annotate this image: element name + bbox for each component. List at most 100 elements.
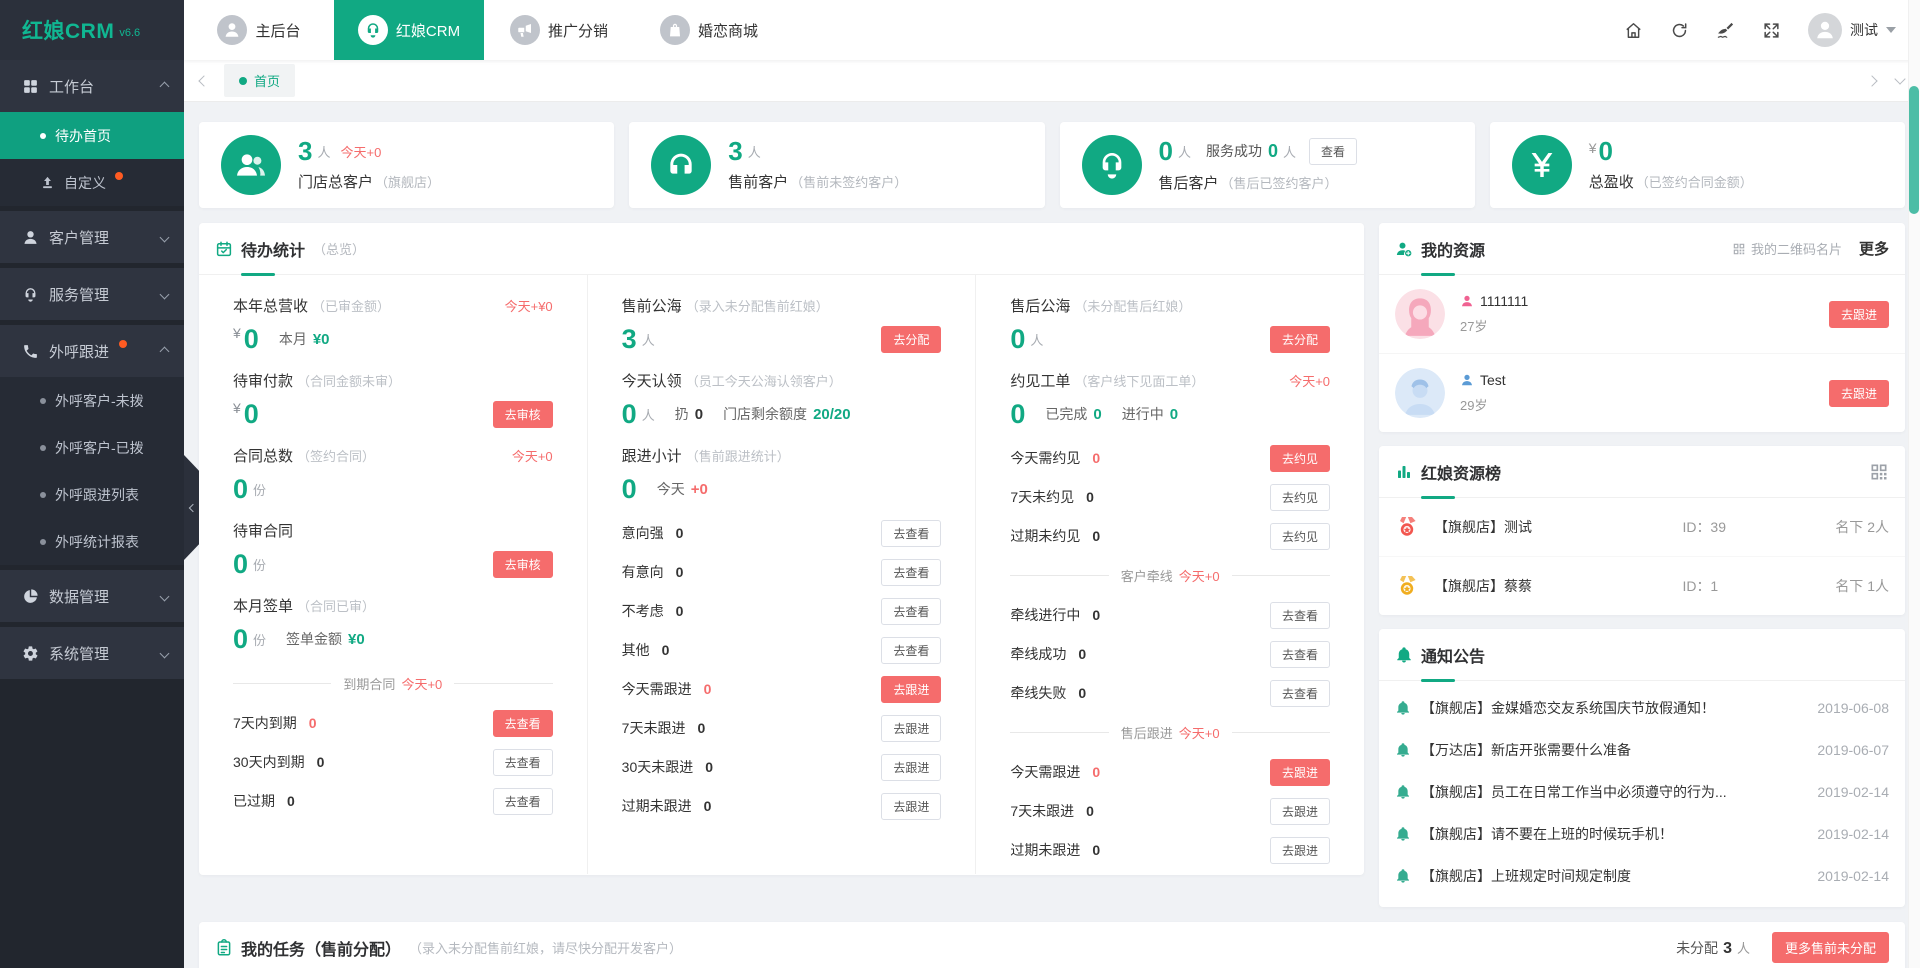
metric-value: 0 — [244, 326, 259, 353]
action-button[interactable]: 去跟进 — [881, 754, 941, 781]
active-tab-underline — [1421, 496, 1455, 499]
refresh-icon[interactable] — [1670, 21, 1689, 40]
stat-card-3: ¥0总盈收（已签约合同金额） — [1490, 122, 1905, 208]
metric-block: 本月签单（合同已审）0份签单金额¥0 — [233, 595, 553, 656]
my-qr-card-link[interactable]: 我的二维码名片 — [1732, 239, 1842, 258]
follow-up-button[interactable]: 去跟进 — [1829, 380, 1889, 407]
panel-title: 我的资源 — [1421, 237, 1485, 261]
action-button[interactable]: 去查看 — [493, 788, 553, 815]
rank-name: 【旗舰店】测试 — [1434, 517, 1682, 537]
row-value: 0 — [309, 715, 317, 731]
chevron-down-icon[interactable] — [1894, 73, 1905, 84]
chevron-down-icon — [160, 591, 170, 601]
action-button[interactable]: 去跟进 — [881, 676, 941, 703]
person-icon — [217, 15, 247, 45]
notice-item-1[interactable]: 【万达店】新店开张需要什么准备2019-06-07 — [1379, 729, 1905, 771]
todo-column-2: 售后公海（未分配售后红娘）0人去分配约见工单（客户线下见面工单）今天+00已完成… — [976, 275, 1364, 874]
action-button[interactable]: 去审核 — [493, 551, 553, 578]
action-button[interactable]: 去跟进 — [881, 793, 941, 820]
app-tab-2[interactable]: 推广分销 — [484, 0, 634, 60]
view-button[interactable]: 查看 — [1309, 138, 1357, 165]
app-tab-1[interactable]: 红娘CRM — [334, 0, 484, 60]
tag-home[interactable]: 首页 — [224, 64, 295, 97]
clean-cache-icon[interactable] — [1716, 21, 1735, 40]
action-button[interactable]: 去跟进 — [1270, 759, 1330, 786]
action-button[interactable]: 去跟进 — [881, 715, 941, 742]
stat-row: 7天未约见0去约见 — [1010, 484, 1330, 510]
sidebar-item-1[interactable]: 客户管理 — [0, 211, 184, 263]
qr-code-icon — [1732, 242, 1746, 256]
sidebar-subitem-0-1[interactable]: 自定义 — [0, 159, 184, 206]
sidebar-item-3[interactable]: 外呼跟进 — [0, 325, 184, 377]
action-button[interactable]: 去审核 — [493, 401, 553, 428]
panel-title: 红娘资源榜 — [1421, 460, 1501, 484]
sidebar-menu: 工作台待办首页自定义客户管理服务管理外呼跟进外呼客户-未拨外呼客户-已拨外呼跟进… — [0, 60, 184, 679]
action-button[interactable]: 去跟进 — [1270, 837, 1330, 864]
action-button[interactable]: 去查看 — [881, 637, 941, 664]
action-button[interactable]: 去查看 — [493, 749, 553, 776]
home-icon[interactable] — [1624, 21, 1643, 40]
sidebar-subitem-0-0[interactable]: 待办首页 — [0, 112, 184, 159]
metric-block: 约见工单（客户线下见面工单）今天+00已完成0进行中0 — [1010, 370, 1330, 431]
sidebar-subitem-3-3[interactable]: 外呼统计报表 — [0, 518, 184, 565]
metric-value: 0 — [1010, 326, 1025, 353]
sidebar-item-5[interactable]: 系统管理 — [0, 627, 184, 679]
sidebar-subitem-label: 外呼跟进列表 — [55, 485, 139, 505]
clipboard-icon — [215, 939, 233, 957]
stat-row: 过期未约见0去约见 — [1010, 523, 1330, 549]
action-button[interactable]: 去跟进 — [1270, 798, 1330, 825]
action-button[interactable]: 去查看 — [1270, 641, 1330, 668]
row-label: 牵线成功 — [1010, 644, 1066, 664]
stat-value: 3 — [728, 138, 742, 164]
more-link[interactable]: 更多 — [1859, 238, 1889, 259]
notice-item-4[interactable]: 【旗舰店】上班规定时间规定制度2019-02-14 — [1379, 855, 1905, 897]
service-icon — [1082, 135, 1142, 195]
sidebar-item-2[interactable]: 服务管理 — [0, 268, 184, 320]
sidebar-subitem-3-2[interactable]: 外呼跟进列表 — [0, 471, 184, 518]
sidebar-group: 外呼跟进外呼客户-未拨外呼客户-已拨外呼跟进列表外呼统计报表 — [0, 325, 184, 565]
follow-up-button[interactable]: 去跟进 — [1829, 301, 1889, 328]
grid-icon — [22, 78, 39, 95]
my-tasks-panel: 我的任务（售前分配） （录入未分配售前红娘，请尽快分配开发客户） 未分配 3 人… — [199, 922, 1905, 968]
row-value: 0 — [1086, 803, 1094, 819]
metric-value: 0 — [244, 401, 259, 428]
notice-item-2[interactable]: 【旗舰店】员工在日常工作当中必须遵守的行为...2019-02-14 — [1379, 771, 1905, 813]
action-button[interactable]: 去查看 — [1270, 680, 1330, 707]
sidebar-group: 客户管理 — [0, 211, 184, 263]
sidebar-subitem-3-0[interactable]: 外呼客户-未拨 — [0, 377, 184, 424]
my-resources-header: 我的资源 我的二维码名片 更多 — [1379, 223, 1905, 275]
scrollbar-track[interactable] — [1908, 0, 1920, 968]
qr-code-icon[interactable] — [1869, 462, 1889, 482]
scrollbar-thumb[interactable] — [1909, 86, 1919, 214]
chevron-right-icon[interactable] — [1866, 75, 1877, 86]
rank-list: 【旗舰店】测试ID：39名下 2人【旗舰店】蔡蔡ID：1名下 1人 — [1379, 498, 1905, 615]
notice-item-0[interactable]: 【旗舰店】金媒婚恋交友系统国庆节放假通知！2019-06-08 — [1379, 687, 1905, 729]
action-button[interactable]: 去约见 — [1270, 484, 1330, 511]
more-presale-unassigned-button[interactable]: 更多售前未分配 — [1772, 932, 1889, 963]
notice-title: 【旗舰店】上班规定时间规定制度 — [1421, 866, 1807, 886]
sidebar-item-4[interactable]: 数据管理 — [0, 570, 184, 622]
row-label: 有意向 — [622, 562, 664, 582]
sidebar-item-0[interactable]: 工作台 — [0, 60, 184, 112]
action-button[interactable]: 去分配 — [881, 326, 941, 353]
notice-item-3[interactable]: 【旗舰店】请不要在上班的时候玩手机！2019-02-14 — [1379, 813, 1905, 855]
action-button[interactable]: 去查看 — [493, 710, 553, 737]
action-button[interactable]: 去查看 — [881, 520, 941, 547]
fullscreen-icon[interactable] — [1762, 21, 1781, 40]
sidebar-subitem-3-1[interactable]: 外呼客户-已拨 — [0, 424, 184, 471]
app-tab-0[interactable]: 主后台 — [184, 0, 334, 60]
action-button[interactable]: 去约见 — [1270, 523, 1330, 550]
stat-value: 0 — [1599, 138, 1613, 164]
sidebar-collapse-handle[interactable] — [184, 455, 199, 560]
chevron-left-icon[interactable] — [198, 75, 209, 86]
action-button[interactable]: 去查看 — [881, 598, 941, 625]
action-button[interactable]: 去查看 — [881, 559, 941, 586]
user-menu[interactable]: 测试 — [1808, 13, 1896, 47]
action-button[interactable]: 去查看 — [1270, 602, 1330, 629]
metric-value: 3 — [622, 326, 637, 353]
action-button[interactable]: 去约见 — [1270, 445, 1330, 472]
avatar-female-icon — [1395, 289, 1445, 339]
app-tab-3[interactable]: 婚恋商城 — [634, 0, 784, 60]
row-value: 0 — [676, 564, 684, 580]
action-button[interactable]: 去分配 — [1270, 326, 1330, 353]
